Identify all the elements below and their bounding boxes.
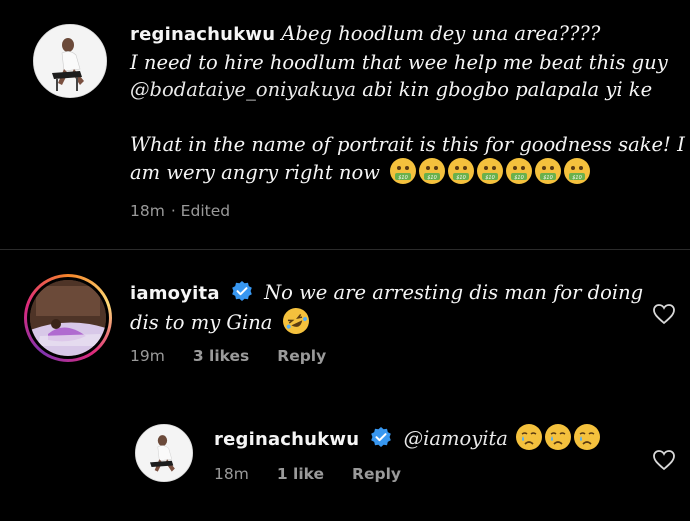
post-username[interactable]: reginachukwu: [130, 24, 275, 45]
profile-photo-icon: [34, 25, 106, 97]
reply-reply-button[interactable]: Reply: [352, 465, 401, 483]
profile-photo-icon: [136, 425, 192, 481]
post-divider: [0, 249, 690, 250]
money-mouth-face-icon: $10: [448, 158, 475, 184]
avatar-reginachukwu[interactable]: [33, 24, 107, 98]
post-mention-link[interactable]: @bodataiye_oniyakuya: [130, 78, 356, 101]
comment-text-line-1: No we are arresting dis man for doing: [264, 281, 644, 304]
comment-likes-count[interactable]: 3 likes: [193, 347, 249, 365]
profile-photo-icon: [30, 280, 106, 356]
verified-badge-icon: [232, 281, 252, 301]
svg-text:$10: $10: [398, 175, 408, 181]
post-edited-label: · Edited: [170, 202, 231, 220]
comment-timestamp: 19m: [130, 347, 165, 365]
money-mouth-face-icon: $10: [564, 158, 591, 184]
post-text-line-1: Abeg hoodlum dey una area????: [281, 22, 601, 45]
svg-text:$10: $10: [456, 175, 466, 181]
avatar-reginachukwu-reply[interactable]: [135, 424, 193, 482]
comment-reply-button[interactable]: Reply: [277, 347, 326, 365]
comment-username[interactable]: iamoyita: [130, 283, 220, 304]
post-caption: reginachukwu Abeg hoodlum dey una area??…: [0, 0, 690, 250]
post-timestamp: 18m: [130, 202, 165, 220]
money-mouth-face-icon: $10: [477, 158, 504, 184]
svg-text:$10: $10: [572, 175, 582, 181]
reply-mention-link[interactable]: @iamoyita: [404, 427, 508, 450]
money-mouth-face-icon: $10: [535, 158, 562, 184]
post-text-line-3: abi kin gbogbo palapala yi ke: [362, 78, 653, 101]
rolling-on-floor-laughing-icon: [278, 303, 313, 338]
crying-face-icon: [574, 424, 601, 450]
like-heart-icon[interactable]: [652, 303, 676, 325]
svg-text:$10: $10: [427, 175, 437, 181]
reply-timestamp: 18m: [214, 465, 249, 483]
post-text-line-4: What in the name of portrait is this for…: [130, 132, 685, 156]
svg-text:$10: $10: [514, 175, 524, 181]
money-mouth-emoji-row: $10 $10 $10 $10 $10 $10 $10: [390, 158, 593, 184]
crying-face-icon: [545, 424, 572, 450]
svg-text:$10: $10: [485, 175, 495, 181]
reply-likes-count[interactable]: 1 like: [277, 465, 324, 483]
verified-badge-icon: [371, 427, 392, 447]
comment-text-line-2: dis to my Gina: [130, 310, 273, 334]
avatar-iamoyita[interactable]: [30, 280, 106, 356]
money-mouth-face-icon: $10: [419, 158, 446, 184]
crying-emoji-row: [516, 424, 603, 450]
post-text-line-5: am wery angry right now: [130, 161, 380, 184]
like-heart-icon[interactable]: [652, 449, 676, 471]
crying-face-icon: [516, 424, 543, 450]
reply-username[interactable]: reginachukwu: [214, 429, 359, 450]
money-mouth-face-icon: $10: [506, 158, 533, 184]
money-mouth-face-icon: $10: [390, 158, 417, 184]
post-text-line-2: I need to hire hoodlum that wee help me …: [130, 50, 668, 74]
svg-text:$10: $10: [543, 175, 553, 181]
